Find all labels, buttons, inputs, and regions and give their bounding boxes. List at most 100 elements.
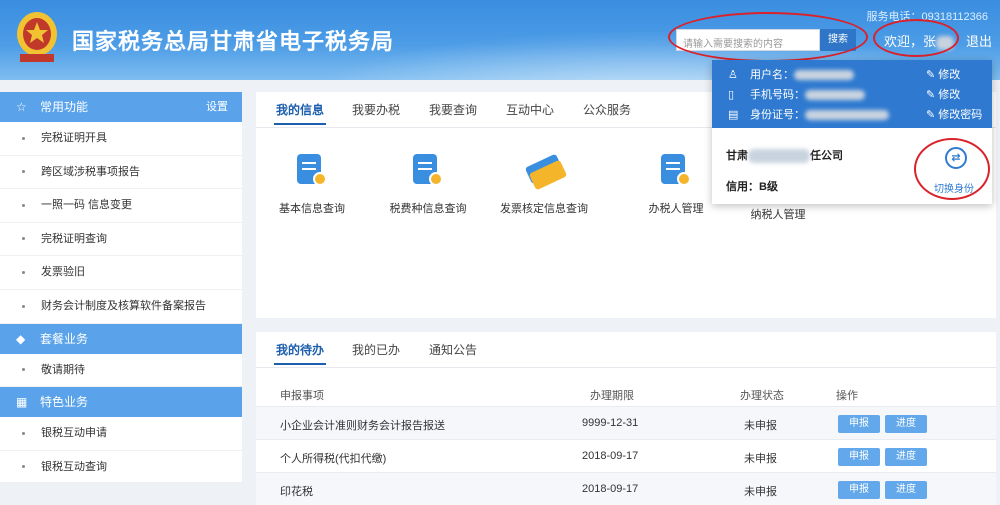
func-invoice[interactable]: 发票核定信息查询 xyxy=(494,152,594,216)
edit-icon: ✎ xyxy=(926,69,939,81)
sidebar-item[interactable]: 财务会计制度及核算软件备案报告 xyxy=(0,290,242,324)
item-cell: 印花税 xyxy=(280,486,313,498)
column-header-status: 办理状态 xyxy=(740,390,784,402)
todo-tabs: 我的待办 我的已办 通知公告 xyxy=(256,332,996,368)
func-tax-agent[interactable]: 办税人管理 xyxy=(626,152,726,216)
edit-icon: ✎ xyxy=(926,89,939,101)
sidebar-item[interactable]: 银税互动查询 xyxy=(0,451,242,485)
section-special: ▦ 特色业务 xyxy=(0,387,242,418)
func-label: 税费种信息查询 xyxy=(389,203,467,215)
deadline-cell: 9999-12-31 xyxy=(582,417,639,429)
progress-button[interactable]: 进度 xyxy=(885,481,927,499)
redacted-phone xyxy=(805,90,865,101)
site-title: 国家税务总局甘肃省电子税务局 xyxy=(72,29,395,54)
redacted-company xyxy=(748,149,810,164)
document-search-icon xyxy=(293,152,331,192)
tab-interaction[interactable]: 互动中心 xyxy=(506,101,554,118)
item-cell: 小企业会计准则财务会计报告报送 xyxy=(280,420,445,432)
column-header-deadline: 办理期限 xyxy=(590,390,634,402)
section-special-title: 特色业务 xyxy=(40,395,89,410)
edit-label: 修改 xyxy=(938,89,961,101)
redacted-username xyxy=(794,70,854,81)
declare-button[interactable]: 申报 xyxy=(838,415,880,433)
tab-public-service[interactable]: 公众服务 xyxy=(583,101,631,118)
sidebar-item[interactable]: 一照一码 信息变更 xyxy=(0,189,242,223)
func-label: 发票核定信息查询 xyxy=(500,203,588,215)
tab-query[interactable]: 我要查询 xyxy=(429,101,477,118)
company-name: 甘肃 任公司 xyxy=(726,147,843,164)
user-dropdown: ♙ 用户名： ▯ 手机号码： ▤ 身份证号： ✎ 修改 ✎ 修改 ✎ 修改密码 甘肃 任… xyxy=(712,60,992,204)
package-icon: ◆ xyxy=(16,331,26,346)
tax-emblem-icon xyxy=(17,12,57,62)
idcard-row: ▤ 身份证号： xyxy=(728,106,889,122)
highlight-ring-switch xyxy=(914,138,990,200)
status-cell: 未申报 xyxy=(744,420,777,432)
document-yen-icon xyxy=(409,152,447,192)
user-icon: ♙ xyxy=(728,69,738,81)
func-basic-info[interactable]: 基本信息查询 xyxy=(262,152,362,216)
todo-panel: 我的待办 我的已办 通知公告 申报事项 办理期限 办理状态 操作 小企业会计准则… xyxy=(256,332,996,505)
sidebar-item[interactable]: 敬请期待 xyxy=(0,354,242,388)
func-tax-type[interactable]: 税费种信息查询 xyxy=(378,152,478,216)
user-account-panel: ♙ 用户名： ▯ 手机号码： ▤ 身份证号： ✎ 修改 ✎ 修改 ✎ 修改密码 xyxy=(712,60,992,128)
username-label: 用户名： xyxy=(750,69,794,81)
func-label: 纳税人管理 xyxy=(750,209,806,221)
item-cell: 个人所得税(代扣代缴) xyxy=(280,453,387,465)
credit-level: 信用：B级 xyxy=(726,181,778,193)
section-package: ◆ 套餐业务 xyxy=(0,323,242,354)
idcard-label: 身份证号： xyxy=(750,109,805,121)
document-person-icon xyxy=(657,152,695,192)
declare-button[interactable]: 申报 xyxy=(838,448,880,466)
highlight-ring-welcome xyxy=(873,19,959,57)
edit-password-link[interactable]: ✎ 修改密码 xyxy=(926,106,982,122)
func-label: 办税人管理 xyxy=(648,203,704,215)
username-row: ♙ 用户名： xyxy=(728,66,854,82)
progress-button[interactable]: 进度 xyxy=(885,448,927,466)
status-cell: 未申报 xyxy=(744,453,777,465)
grid-icon: ▦ xyxy=(16,395,28,410)
sidebar-item[interactable]: 发票验旧 xyxy=(0,256,242,290)
company-prefix: 甘肃 xyxy=(726,150,748,162)
settings-link[interactable]: 设置 xyxy=(206,92,228,122)
phone-row: ▯ 手机号码： xyxy=(728,86,865,102)
section-common: ☆ 常用功能 设置 xyxy=(0,92,242,122)
sidebar-item[interactable]: 完税证明开具 xyxy=(0,122,242,156)
table-row: 个人所得税(代扣代缴) 2018-09-17 未申报 申报 进度 xyxy=(256,439,996,472)
company-suffix: 任公司 xyxy=(810,150,843,162)
column-header-item: 申报事项 xyxy=(280,390,324,402)
logout-link[interactable]: 退出 xyxy=(966,31,992,50)
progress-button[interactable]: 进度 xyxy=(885,415,927,433)
redacted-idcard xyxy=(805,110,889,121)
phone-icon: ▯ xyxy=(728,89,735,101)
section-package-title: 套餐业务 xyxy=(40,331,89,346)
star-icon: ☆ xyxy=(16,100,27,114)
tab-tax-handling[interactable]: 我要办税 xyxy=(352,101,400,118)
deadline-cell: 2018-09-17 xyxy=(582,483,639,495)
phone-label: 手机号码： xyxy=(750,89,805,101)
edit-phone-link[interactable]: ✎ 修改 xyxy=(926,86,960,102)
tab-my-done[interactable]: 我的已办 xyxy=(352,341,400,358)
sidebar-item[interactable]: 银税互动申请 xyxy=(0,417,242,451)
edit-password-label: 修改密码 xyxy=(938,109,983,121)
section-common-title: 常用功能 xyxy=(40,100,89,114)
func-label: 基本信息查询 xyxy=(279,203,345,215)
table-row: 小企业会计准则财务会计报告报送 9999-12-31 未申报 申报 进度 xyxy=(256,406,996,439)
id-card-icon: ▤ xyxy=(728,109,739,121)
edit-icon: ✎ xyxy=(926,109,939,121)
invoice-tickets-icon xyxy=(524,152,568,192)
table-row: 印花税 2018-09-17 未申报 申报 进度 xyxy=(256,472,996,505)
edit-username-link[interactable]: ✎ 修改 xyxy=(926,66,960,82)
sidebar-item[interactable]: 跨区域涉税事项报告 xyxy=(0,156,242,190)
sidebar-item[interactable]: 完税证明查询 xyxy=(0,223,242,257)
column-header-action: 操作 xyxy=(836,390,858,402)
edit-label: 修改 xyxy=(938,69,961,81)
tab-my-todo[interactable]: 我的待办 xyxy=(273,341,327,365)
left-sidebar: ☆ 常用功能 设置 完税证明开具 跨区域涉税事项报告 一照一码 信息变更 完税证明… xyxy=(0,92,242,485)
highlight-ring-search xyxy=(668,12,868,62)
tab-notices[interactable]: 通知公告 xyxy=(429,341,477,358)
tab-my-info[interactable]: 我的信息 xyxy=(273,101,327,125)
func-taxpayer[interactable]: 纳税人管理 xyxy=(728,206,828,222)
declare-button[interactable]: 申报 xyxy=(838,481,880,499)
status-cell: 未申报 xyxy=(744,486,777,498)
deadline-cell: 2018-09-17 xyxy=(582,450,639,462)
